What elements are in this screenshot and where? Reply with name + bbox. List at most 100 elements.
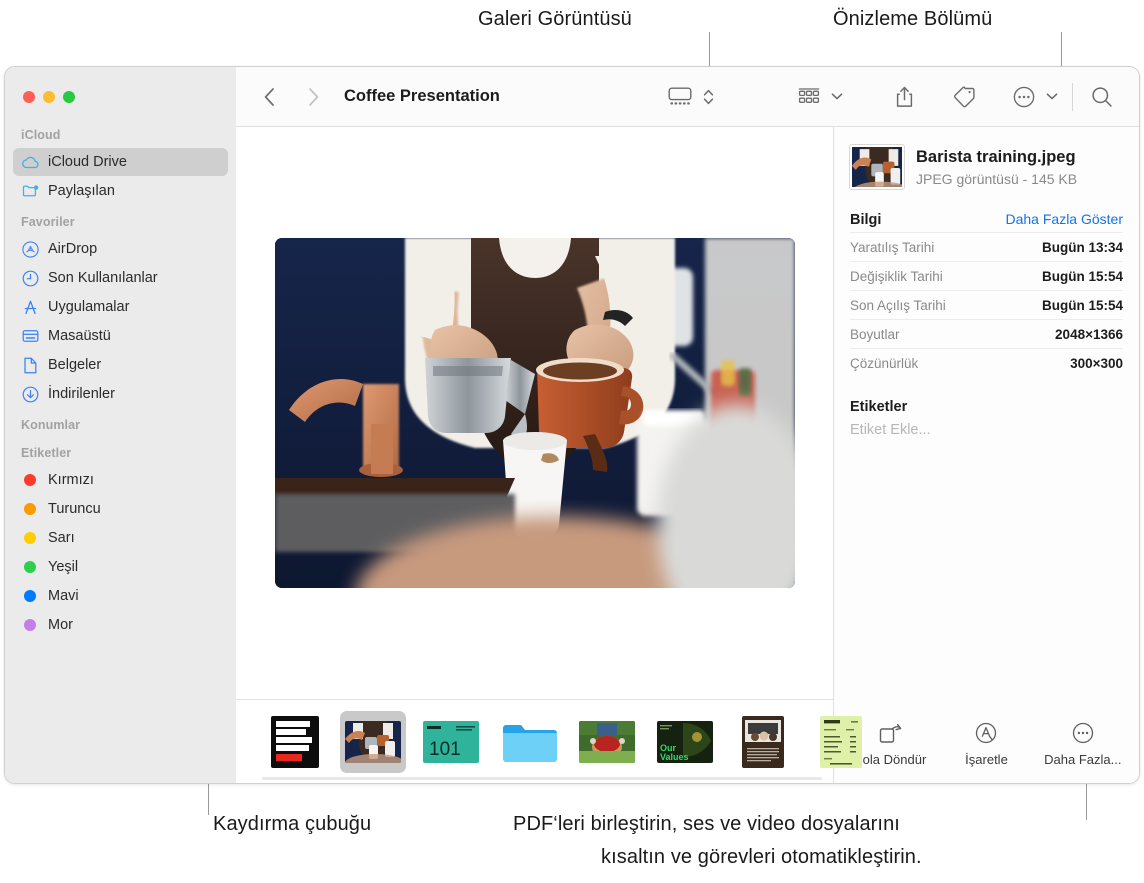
thumbnail-item[interactable] — [730, 711, 796, 773]
sidebar-item-label: Sarı — [48, 530, 75, 546]
metadata-value: 2048×1366 — [1055, 326, 1123, 342]
tag-dot-icon — [21, 500, 39, 518]
more-actions-button[interactable]: Daha Fazla... — [1035, 721, 1131, 767]
callout-gallery-view: Galeri Görüntüsü — [478, 8, 632, 30]
minimize-button[interactable] — [43, 91, 55, 103]
svg-text:Values: Values — [660, 752, 689, 762]
metadata-key: Çözünürlük — [850, 355, 919, 371]
group-by-icon[interactable] — [792, 82, 826, 112]
callout-automation-line1: PDF‘leri birleştirin, ses ve video dosya… — [513, 813, 900, 835]
sidebar-item-tag-blue[interactable]: Mavi — [13, 582, 228, 610]
view-controls — [663, 82, 716, 112]
preview-actions: Sola Döndür İşaretle Daha Fazla... — [834, 721, 1139, 783]
shared-folder-icon — [21, 182, 39, 200]
action-label: Daha Fazla... — [1044, 752, 1122, 767]
downloads-icon — [21, 385, 39, 403]
finder-window: iCloud iCloud Drive Paylaşılan Favoriler — [4, 66, 1140, 784]
sidebar-item-label: Yeşil — [48, 559, 79, 575]
group-by-controls — [792, 82, 845, 112]
sidebar-item-tag-orange[interactable]: Turuncu — [13, 495, 228, 523]
barista-training-photo — [345, 720, 401, 763]
more-icon[interactable] — [1007, 82, 1041, 112]
thumbnail-item[interactable]: 101 — [418, 711, 484, 773]
thumbnail-item-selected[interactable] — [340, 710, 406, 773]
sidebar-item-documents[interactable]: Belgeler — [13, 351, 228, 379]
sidebar-item-desktop[interactable]: Masaüstü — [13, 322, 228, 350]
tag-dot-icon — [21, 616, 39, 634]
share-icon[interactable] — [887, 82, 921, 112]
thumbnail-item[interactable] — [262, 711, 328, 773]
thumbnail-item[interactable] — [496, 711, 562, 773]
metadata-key: Değişiklik Tarihi — [850, 268, 943, 284]
action-label: İşaretle — [965, 752, 1008, 767]
thumbnail-item[interactable] — [574, 711, 640, 773]
close-button[interactable] — [23, 91, 35, 103]
view-stepper-icon[interactable] — [700, 87, 716, 107]
sidebar-item-tag-yellow[interactable]: Sarı — [13, 524, 228, 552]
thumbnail-item[interactable] — [808, 711, 874, 773]
back-button[interactable] — [254, 82, 284, 112]
sidebar: iCloud iCloud Drive Paylaşılan Favoriler — [5, 67, 236, 783]
hero-image[interactable] — [274, 238, 795, 588]
sidebar-item-label: Mavi — [48, 588, 79, 604]
forward-button[interactable] — [298, 82, 328, 112]
gallery-view-icon[interactable] — [663, 82, 697, 112]
sidebar-section-locations: Konumlar — [21, 418, 81, 432]
window-title: Coffee Presentation — [344, 87, 500, 105]
sidebar-item-tag-green[interactable]: Yeşil — [13, 553, 228, 581]
metadata-row: Yaratılış Tarihi Bugün 13:34 — [850, 232, 1123, 261]
sidebar-section-favorites: Favoriler — [21, 215, 75, 229]
sidebar-item-airdrop[interactable]: AirDrop — [13, 235, 228, 263]
preview-body: Bilgi Daha Fazla Göster Yaratılış Tarihi… — [834, 189, 1139, 438]
airdrop-icon — [21, 240, 39, 258]
sidebar-item-tag-red[interactable]: Kırmızı — [13, 466, 228, 494]
growing-picking-roasting-brewing-coffee-poster — [271, 715, 319, 768]
sidebar-item-recents[interactable]: Son Kullanılanlar — [13, 264, 228, 292]
zoom-button[interactable] — [63, 91, 75, 103]
horizontal-scrollbar[interactable] — [262, 777, 822, 780]
metadata-row: Son Açılış Tarihi Bugün 15:54 — [850, 290, 1123, 319]
coffee-101-slide: 101 — [423, 720, 479, 763]
markup-button[interactable]: İşaretle — [938, 721, 1034, 767]
chevron-down-icon[interactable] — [829, 92, 845, 101]
sidebar-item-shared[interactable]: Paylaşılan — [13, 177, 228, 205]
barista-training-thumbnail — [852, 147, 902, 187]
preview-pane: Barista training.jpeg JPEG görüntüsü - 1… — [833, 127, 1139, 783]
thumbnail-strip[interactable]: 101 Our Values — [236, 699, 862, 783]
our-values-slide: OurValues — [657, 720, 713, 763]
preview-header: Barista training.jpeg JPEG görüntüsü - 1… — [834, 127, 1139, 189]
metadata-value: Bugün 15:54 — [1041, 297, 1123, 313]
search-icon[interactable] — [1085, 82, 1119, 112]
tag-dot-icon — [21, 529, 39, 547]
main-area: Coffee Presentation 101 Our Values Baris… — [236, 67, 1139, 783]
sidebar-item-downloads[interactable]: İndirilenler — [13, 380, 228, 408]
callout-preview-pane: Önizleme Bölümü — [833, 8, 993, 30]
metadata-row: Boyutlar 2048×1366 — [850, 319, 1123, 348]
green-receipt-document — [820, 715, 862, 768]
toolbar: Coffee Presentation — [236, 67, 1139, 127]
cloud-icon — [21, 153, 39, 171]
thumbnail-item[interactable]: Our Values — [652, 711, 718, 773]
tag-dot-icon — [21, 558, 39, 576]
sidebar-item-label: iCloud Drive — [48, 154, 127, 170]
sidebar-item-label: AirDrop — [48, 241, 98, 257]
tag-icon[interactable] — [947, 82, 981, 112]
sidebar-item-applications[interactable]: Uygulamalar — [13, 293, 228, 321]
chevron-down-icon[interactable] — [1044, 92, 1060, 101]
sidebar-item-label: Uygulamalar — [48, 299, 130, 315]
sidebar-item-tag-purple[interactable]: Mor — [13, 611, 228, 639]
preview-title-block: Barista training.jpeg JPEG görüntüsü - 1… — [916, 147, 1077, 187]
metadata-key: Yaratılış Tarihi — [850, 239, 935, 255]
show-more-link[interactable]: Daha Fazla Göster — [1006, 211, 1124, 227]
preview-file-name: Barista training.jpeg — [916, 148, 1076, 167]
traffic-lights — [5, 67, 236, 119]
more-icon — [1072, 721, 1094, 745]
sidebar-section-icloud: iCloud — [21, 128, 61, 142]
sidebar-item-label: Mor — [48, 617, 73, 633]
sidebar-item-label: Turuncu — [48, 501, 101, 517]
sidebar-item-icloud-drive[interactable]: iCloud Drive — [13, 148, 228, 176]
preview-thumbnail — [850, 145, 904, 189]
barista-photo — [274, 238, 795, 588]
info-section-header: Bilgi Daha Fazla Göster — [850, 211, 1123, 228]
add-tag-input[interactable]: Etiket Ekle... — [850, 422, 1123, 438]
